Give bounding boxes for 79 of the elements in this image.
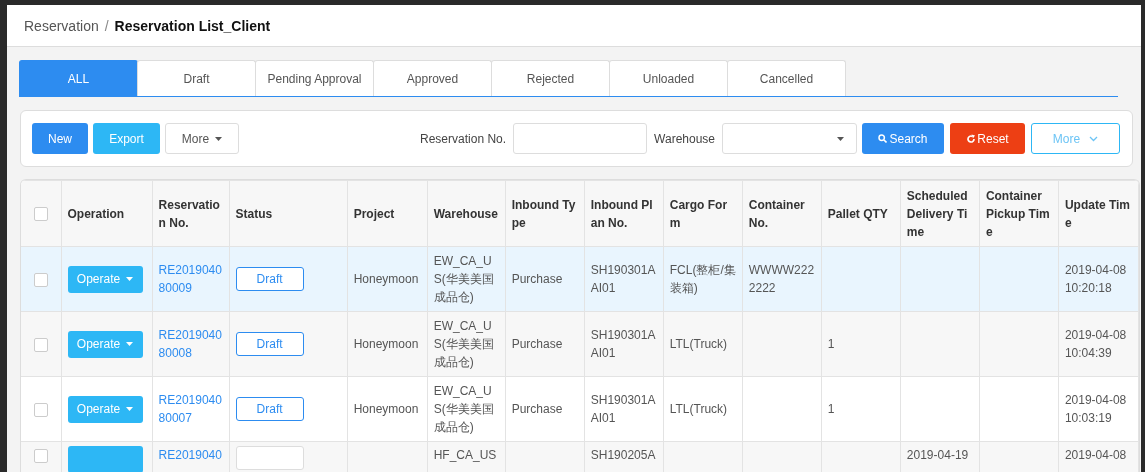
table-cell: SH190301AAI01 [590, 328, 656, 360]
row-checkbox[interactable] [33, 272, 48, 287]
caret-icon [215, 136, 223, 141]
tab[interactable]: ALL [19, 60, 138, 96]
table-cell: Honeymoon [353, 402, 419, 416]
table-cell: Honeymoon [353, 272, 419, 286]
column-header: Pallet QTY [821, 180, 901, 247]
caret-icon [837, 136, 844, 141]
table-cell: SH190301AAI01 [590, 393, 656, 425]
row-checkbox[interactable] [33, 402, 48, 417]
table-cell: EW_CA_US(华美美国成品仓) [433, 384, 494, 434]
column-header: Project [347, 180, 428, 247]
caret-icon [126, 277, 134, 281]
tab[interactable]: Draft [137, 60, 256, 96]
table-cell: LTL(Truck) [669, 337, 728, 351]
select-all-checkbox[interactable] [33, 207, 48, 222]
reset-button[interactable]: Reset [950, 123, 1025, 154]
row-checkbox[interactable] [33, 337, 48, 352]
table-cell: 2019-04-08 [1064, 448, 1127, 462]
operate-button[interactable]: Operate [67, 265, 143, 293]
column-header: Inbound Plan No. [584, 180, 664, 247]
table-cell: 1 [827, 402, 835, 416]
search-icon [878, 134, 888, 143]
new-button[interactable]: New [32, 123, 88, 154]
column-header: Warehouse [427, 180, 506, 247]
breadcrumb-separator: / [104, 17, 109, 34]
caret-icon [126, 342, 134, 346]
export-button[interactable]: Export [93, 123, 160, 154]
row-checkbox[interactable] [33, 448, 48, 463]
column-header: Container No. [742, 180, 822, 247]
table-cell: 1 [827, 337, 835, 351]
column-header: Status [229, 180, 348, 247]
warehouse-select[interactable] [722, 123, 857, 154]
table-cell: SH190205A [590, 448, 656, 462]
operate-button[interactable] [67, 446, 143, 472]
status-button[interactable]: Draft [235, 267, 304, 291]
table-cell: Purchase [511, 272, 563, 286]
column-header: Inbound Type [505, 180, 585, 247]
search-button[interactable]: Search [862, 123, 944, 154]
column-header: Reservation No. [152, 180, 230, 247]
filter-label: Reservation No. [420, 131, 507, 146]
table-cell: 2019-04-08 10:20:18 [1064, 263, 1127, 295]
table-cell: Purchase [511, 402, 563, 416]
table-cell: EW_CA_US(华美美国成品仓) [433, 319, 494, 369]
operate-button[interactable]: Operate [67, 395, 143, 423]
table-cell: HF_CA_US [433, 448, 497, 462]
table-cell: 2019-04-19 [906, 448, 969, 462]
table-cell: LTL(Truck) [669, 402, 728, 416]
tab[interactable]: Approved [373, 60, 492, 96]
operate-button[interactable]: Operate [67, 330, 143, 358]
breadcrumb-link[interactable]: Reservation [24, 17, 99, 34]
reservation-no-field[interactable] [513, 123, 648, 154]
status-button[interactable]: Draft [235, 397, 304, 421]
table-cell: Honeymoon [353, 337, 419, 351]
table-cell: SH190301AAI01 [590, 263, 656, 295]
status-button[interactable] [235, 446, 304, 470]
more-dropdown-button[interactable]: More [165, 123, 239, 154]
chevron-down-icon [1089, 135, 1099, 142]
status-button[interactable]: Draft [235, 332, 304, 356]
column-header: Operation [61, 180, 153, 247]
column-header: Container Pickup Time [979, 180, 1059, 247]
table-cell: EW_CA_US(华美美国成品仓) [433, 254, 494, 304]
table-cell: 2019-04-08 10:03:19 [1064, 393, 1127, 425]
column-header: Scheduled Delivery Time [900, 180, 980, 247]
refresh-icon [966, 133, 977, 144]
column-header: Update Time [1058, 180, 1139, 247]
table-cell: WWWW2222222 [748, 263, 815, 295]
more-button[interactable]: More [1031, 123, 1120, 154]
tab[interactable]: Rejected [491, 60, 610, 96]
tab[interactable]: Cancelled [727, 60, 846, 96]
table-cell: 2019-04-08 10:04:39 [1064, 328, 1127, 360]
table-cell: FCL(整柜/集装箱) [669, 263, 736, 295]
table-cell: Purchase [511, 337, 563, 351]
column-header: Cargo Form [663, 180, 743, 247]
filter-label: Warehouse [654, 131, 715, 146]
tab[interactable]: Unloaded [609, 60, 728, 96]
page-title: Reservation List_Client [114, 17, 271, 34]
tab[interactable]: Pending Approval [255, 60, 374, 96]
caret-icon [126, 407, 134, 411]
